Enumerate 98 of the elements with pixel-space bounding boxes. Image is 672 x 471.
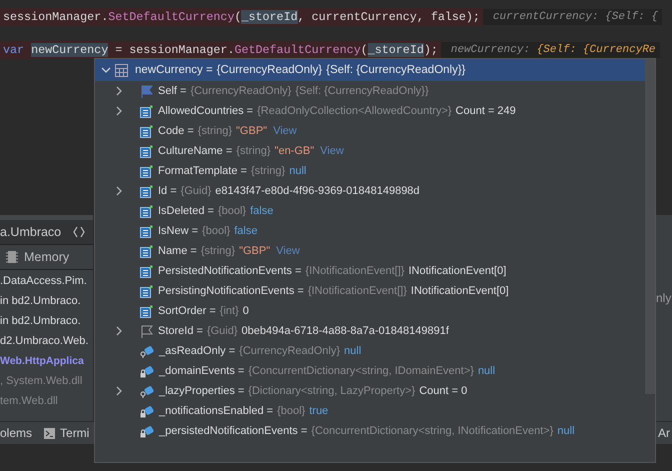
variable-name: newCurrency =	[135, 64, 213, 76]
variable-name[interactable]: PersistingNotificationEvents =	[158, 285, 304, 297]
variable-type: {bool}	[218, 205, 246, 217]
variable-name[interactable]: _domainEvents =	[159, 365, 244, 377]
variable-type: {INotificationEvent[]}	[308, 285, 407, 297]
variable-value: "en-GB"	[274, 145, 314, 157]
variable-type: {string}	[200, 245, 236, 257]
variable-name[interactable]: _notificationsEnabled =	[159, 405, 274, 417]
variable-value: 0beb494a-6718-4a88-8a7a-01848149891f	[242, 325, 449, 337]
variable-value: INotificationEvent[0]	[410, 285, 509, 297]
variable-name[interactable]: AllowedCountries =	[158, 105, 254, 117]
lock-field-icon	[140, 364, 154, 378]
variable-type: {INotificationEvent[]}	[305, 265, 404, 277]
chevron-icon[interactable]	[101, 65, 111, 75]
variable-name[interactable]: StoreId =	[158, 325, 203, 337]
stack-frame[interactable]: in bd2.Umbraco.	[0, 315, 81, 327]
variable-value: null	[557, 425, 575, 437]
selected-row[interactable]: newCurrency = {CurrencyReadOnly} {Self: {CurrencyReadOnly}}	[95, 59, 645, 81]
property-icon	[140, 284, 153, 298]
property-icon	[140, 304, 153, 318]
variable-name[interactable]: SortOrder =	[158, 305, 216, 317]
lock-field-icon	[140, 424, 154, 438]
property-icon	[140, 144, 153, 158]
property-icon	[140, 184, 153, 198]
panel-title: a.Umbraco	[0, 225, 62, 239]
variable-value: 0	[242, 305, 249, 317]
variable-type: {string}	[198, 125, 232, 137]
variable-value: null	[289, 165, 306, 177]
variable-name[interactable]: _lazyProperties =	[159, 385, 244, 397]
table-icon	[115, 64, 128, 76]
chip-icon	[6, 250, 18, 264]
scrollbar-thumb[interactable]	[645, 59, 655, 394]
property-icon	[140, 204, 153, 218]
variable-type: {ConcurrentDictionary<string, INotificationEvent>}	[311, 425, 554, 437]
tool-window-tab[interactable]: Ar	[658, 426, 672, 440]
variable-value: Count = 0	[419, 385, 468, 397]
variable-name[interactable]: Code =	[158, 125, 194, 137]
variable-name[interactable]: _persistedNotificationEvents =	[159, 425, 308, 437]
variable-value: {Self: {CurrencyReadOnly}}	[295, 85, 429, 97]
variable-name[interactable]: _asReadOnly =	[159, 345, 236, 357]
tool-window-tab[interactable]: olems	[0, 426, 32, 440]
variable-value: false	[234, 225, 258, 237]
variable-type: {bool}	[202, 225, 230, 237]
variable-value: true	[309, 405, 328, 417]
variable-name[interactable]: IsNew =	[158, 225, 198, 237]
chevron-icon[interactable]	[115, 326, 123, 336]
variable-value: null	[478, 365, 496, 377]
stack-frame[interactable]: Web.HttpApplica	[0, 355, 84, 367]
variable-type: {ReadOnlyCollection<AllowedCountry>}	[257, 105, 452, 117]
tool-window-tab[interactable]: Termi	[44, 426, 90, 440]
flag-icon	[140, 84, 153, 98]
chevron-icon[interactable]	[115, 186, 123, 196]
variable-name[interactable]: Id =	[158, 185, 177, 197]
variable-type: {CurrencyReadOnly}	[216, 64, 322, 76]
variable-value: null	[344, 345, 362, 357]
variable-type: {ConcurrentDictionary<string, IDomainEvent>}	[248, 365, 474, 377]
code-brackets-icon[interactable]	[73, 226, 85, 238]
property-icon	[140, 264, 153, 278]
variable-value: "GBP"	[239, 245, 270, 257]
variable-name[interactable]: PersistedNotificationEvents =	[158, 265, 302, 277]
variable-type: {bool}	[277, 405, 306, 417]
variable-type: {Guid}	[206, 325, 238, 337]
stack-frame[interactable]: d2.Umbraco.Web.	[0, 335, 88, 347]
panel-text: nly	[656, 291, 672, 305]
variable-name[interactable]: IsDeleted =	[158, 205, 214, 217]
property-icon	[140, 104, 153, 118]
variable-name[interactable]: Name =	[158, 245, 197, 257]
property-icon	[140, 164, 153, 178]
variable-name[interactable]: Self =	[158, 85, 186, 97]
property-icon	[140, 224, 153, 238]
variable-type: {int}	[220, 305, 239, 317]
variable-value: INotificationEvent[0]	[408, 265, 506, 277]
property-icon	[140, 124, 153, 138]
property-icon	[140, 244, 153, 258]
variable-value: false	[250, 205, 274, 217]
stack-frame[interactable]: in bd2.Umbraco.	[0, 295, 81, 307]
inline-value-hint: currentCurrency: {Self: {	[482, 8, 662, 24]
variable-type: {Guid}	[180, 185, 212, 197]
variable-type: {string}	[236, 145, 271, 157]
variable-value: "GBP"	[236, 125, 268, 137]
variable-name[interactable]: FormatTemplate =	[158, 165, 247, 177]
chevron-icon[interactable]	[115, 86, 123, 96]
variable-value: e8143f47-e80d-4f96-9369-01848149898d	[215, 185, 420, 197]
key-field-icon	[140, 344, 154, 358]
lock-field-icon	[140, 404, 154, 418]
chevron-icon[interactable]	[115, 106, 123, 116]
variable-value: {Self: {CurrencyReadOnly}}	[326, 64, 466, 76]
stack-frame[interactable]: .DataAccess.Pim.	[0, 275, 87, 287]
flag-icon	[140, 324, 153, 338]
variable-value: Count = 249	[456, 105, 516, 117]
variable-type: {Dictionary<string, LazyProperty>}	[248, 385, 416, 397]
variable-type: {string}	[250, 165, 286, 177]
variable-name[interactable]: CultureName =	[158, 145, 232, 157]
chevron-icon[interactable]	[115, 386, 123, 396]
key-field-icon	[140, 384, 154, 398]
inline-value-hint: newCurrency: {Self: {CurrencyRe	[440, 42, 660, 58]
variable-type: {CurrencyReadOnly}	[239, 345, 340, 357]
variable-type: {CurrencyReadOnly}	[190, 85, 292, 97]
